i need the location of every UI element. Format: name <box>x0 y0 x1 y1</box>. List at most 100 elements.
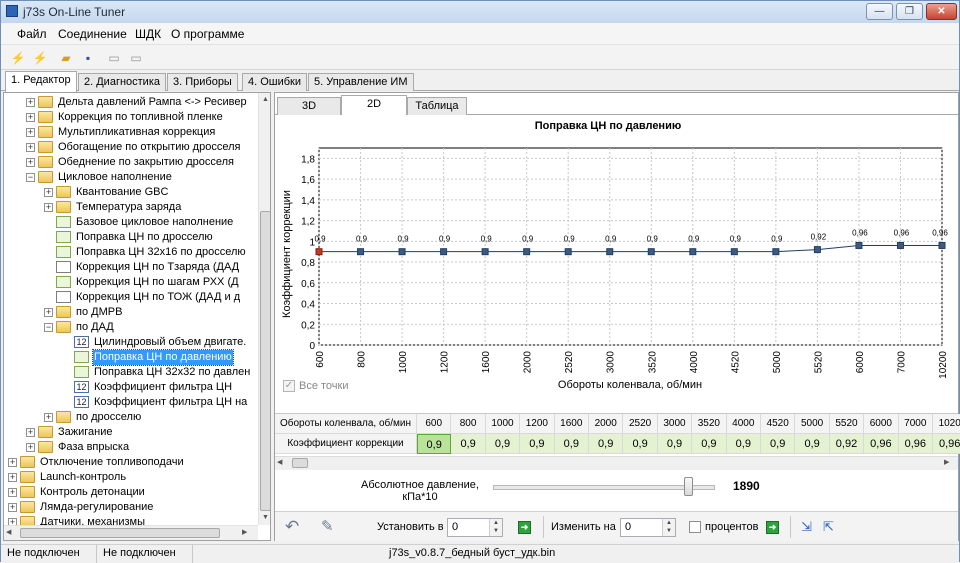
table-cell[interactable]: 0,96 <box>933 434 960 454</box>
expand-icon[interactable]: + <box>26 428 35 437</box>
data-point <box>855 241 863 249</box>
menu-connection[interactable]: Соединение <box>58 27 127 41</box>
disconnect-icon[interactable]: ⚡ <box>31 49 49 67</box>
y-tick-label: 1,8 <box>301 154 315 165</box>
tree-item-label: по ДАД <box>76 321 114 333</box>
clear-brush-icon[interactable]: ✎ <box>321 517 341 537</box>
expand-icon[interactable]: + <box>44 308 53 317</box>
tree-hscroll-thumb[interactable] <box>20 528 220 538</box>
table-scroll-right-icon[interactable]: ▶ <box>944 457 956 469</box>
table-cell[interactable]: 0,9 <box>451 434 486 454</box>
menu-file[interactable]: Файл <box>17 27 47 41</box>
expand-icon[interactable]: + <box>44 188 53 197</box>
expand-icon[interactable]: + <box>44 203 53 212</box>
expand-icon[interactable]: + <box>44 413 53 422</box>
collapse-icon[interactable]: − <box>44 323 53 332</box>
tree-horizontal-scrollbar[interactable]: ◀ ▶ <box>4 525 258 540</box>
connect-icon[interactable]: ⚡ <box>9 49 27 67</box>
collapse-icon[interactable]: − <box>26 173 35 182</box>
expand-icon[interactable]: + <box>26 158 35 167</box>
menu-about[interactable]: О программе <box>171 27 244 41</box>
save-icon[interactable]: ▪ <box>79 49 97 67</box>
apply-set-icon[interactable]: ➜ <box>518 521 531 534</box>
curve-table-icon <box>74 366 89 378</box>
percent-checkbox[interactable] <box>689 521 701 533</box>
expand-icon[interactable]: + <box>26 143 35 152</box>
change-value-input[interactable]: 0 ▲ ▼ <box>620 518 676 537</box>
expand-icon[interactable]: + <box>26 98 35 107</box>
table-cell[interactable]: 0,9 <box>417 434 452 454</box>
tab-diagnostics[interactable]: 2. Диагностика <box>78 73 167 91</box>
tree-item-label: Базовое цикловое наполнение <box>76 216 234 228</box>
data-point <box>564 248 572 256</box>
close-button[interactable]: ✕ <box>926 3 957 20</box>
expand-icon[interactable]: + <box>8 488 17 497</box>
expand-icon[interactable]: + <box>26 128 35 137</box>
expand-icon[interactable]: + <box>26 443 35 452</box>
write-ecu-icon[interactable]: ▭ <box>127 49 145 67</box>
table-cell[interactable]: 0,9 <box>795 434 830 454</box>
table-column-header: 3000 <box>657 414 693 434</box>
export-icon[interactable]: ⇱ <box>823 518 841 536</box>
table-cell[interactable]: 0,9 <box>520 434 555 454</box>
pressure-slider-track[interactable] <box>493 485 715 490</box>
table-cell[interactable]: 0,9 <box>692 434 727 454</box>
table-cell[interactable]: 0,9 <box>589 434 624 454</box>
table-cell[interactable]: 0,9 <box>761 434 796 454</box>
minimize-button[interactable]: — <box>866 3 893 20</box>
tree-item-label: Обогащение по открытию дросселя <box>58 141 241 153</box>
tab-2d[interactable]: 2D <box>341 95 407 116</box>
curve-table-icon <box>74 351 89 363</box>
table-cell[interactable]: 0,9 <box>657 434 693 454</box>
open-folder-icon[interactable]: ▰ <box>57 49 75 67</box>
table-cell[interactable]: 0,9 <box>554 434 589 454</box>
undo-icon[interactable]: ↶ <box>285 517 305 537</box>
scroll-right-icon[interactable]: ▶ <box>242 527 254 539</box>
folder-icon <box>20 456 35 468</box>
table-scroll-thumb[interactable] <box>292 458 308 468</box>
data-point <box>523 248 531 256</box>
tab-editor[interactable]: 1. Редактор <box>5 71 77 92</box>
menu-shdk[interactable]: ШДК <box>135 27 161 41</box>
table-cell[interactable]: 0,9 <box>726 434 761 454</box>
edit-toolbar: ↶ ✎ Установить в 0 ▲ ▼ ➜ Изменить на 0 ▲ ▼ п… <box>275 511 958 541</box>
set-value-input[interactable]: 0 ▲ ▼ <box>447 518 503 537</box>
tab-actuators[interactable]: 5. Управление ИМ <box>308 73 414 91</box>
all-points-checkbox[interactable]: ✓ <box>283 380 295 392</box>
expand-icon[interactable]: + <box>8 473 17 482</box>
table-cell[interactable]: 0,96 <box>898 434 933 454</box>
scroll-down-icon[interactable]: ▼ <box>260 511 270 525</box>
data-point <box>606 248 614 256</box>
tab-gauges[interactable]: 3. Приборы <box>167 73 238 91</box>
table-cell[interactable]: 0,9 <box>485 434 521 454</box>
data-point <box>772 248 780 256</box>
tree-scroll-thumb[interactable] <box>260 211 270 511</box>
table-cell[interactable]: 0,92 <box>829 434 865 454</box>
table-cell[interactable]: 0,96 <box>864 434 899 454</box>
read-ecu-icon[interactable]: ▭ <box>105 49 123 67</box>
tree-item-label: Мультипликативная коррекция <box>58 126 216 138</box>
table-column-header: 600 <box>417 414 452 434</box>
expand-icon[interactable]: + <box>8 503 17 512</box>
import-icon[interactable]: ⇲ <box>801 518 819 536</box>
set-value-spinner-icon[interactable]: ▲ ▼ <box>489 519 502 536</box>
expand-icon[interactable]: + <box>8 458 17 467</box>
scroll-left-icon[interactable]: ◀ <box>6 527 18 539</box>
y-tick-label: 0 <box>309 341 315 352</box>
expand-icon[interactable]: + <box>26 113 35 122</box>
pressure-slider-thumb[interactable] <box>684 477 694 496</box>
maximize-button[interactable]: ❐ <box>896 3 923 20</box>
table-horizontal-scrollbar[interactable]: ◀ ▶ <box>275 456 958 470</box>
change-value-spinner-icon[interactable]: ▲ ▼ <box>662 519 675 536</box>
table-cell[interactable]: 0,9 <box>623 434 658 454</box>
scroll-up-icon[interactable]: ▲ <box>260 93 270 107</box>
tab-3d[interactable]: 3D <box>277 97 341 115</box>
apply-change-icon[interactable]: ➜ <box>766 521 779 534</box>
view-tabs: 3D 2D Таблица <box>275 95 958 116</box>
tree-item-label: Температура заряда <box>76 201 182 213</box>
tab-errors[interactable]: 4. Ошибки <box>242 73 308 91</box>
tree-vertical-scrollbar[interactable]: ▲ ▼ <box>258 93 270 525</box>
data-label: 0,92 <box>811 233 827 242</box>
tab-table[interactable]: Таблица <box>407 97 467 115</box>
table-scroll-left-icon[interactable]: ◀ <box>277 457 289 469</box>
